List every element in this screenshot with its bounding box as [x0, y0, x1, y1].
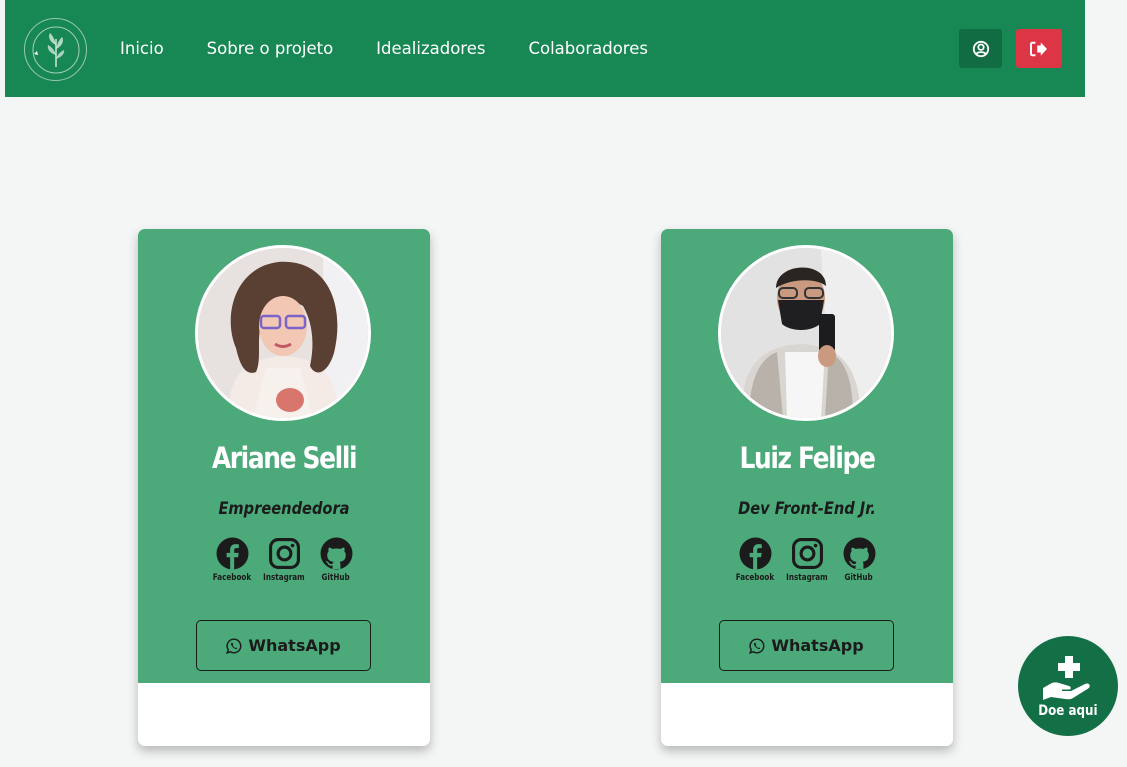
instagram-link[interactable]: Instagram [262, 537, 306, 583]
instagram-label: Instagram [786, 573, 828, 583]
avatar [718, 245, 894, 421]
card-role: Empreendedora [218, 499, 350, 519]
card-header: Luiz Felipe Dev Front-End Jr. Facebook I… [661, 229, 953, 683]
whatsapp-label: WhatsApp [771, 636, 864, 655]
logo[interactable] [24, 18, 87, 81]
card-name: Ariane Selli [211, 441, 358, 475]
donate-label: Doe aqui [1038, 702, 1098, 719]
card-role: Dev Front-End Jr. [738, 499, 876, 519]
plant-logo-icon [32, 26, 79, 73]
nav-inicio[interactable]: Inicio [120, 39, 164, 58]
facebook-icon [216, 537, 248, 570]
navbar: Inicio Sobre o projeto Idealizadores Col… [5, 0, 1085, 97]
avatar-photo-icon [198, 248, 368, 418]
github-label: GitHub [321, 573, 351, 583]
avatar [195, 245, 371, 421]
facebook-icon [739, 537, 771, 570]
facebook-link[interactable]: Facebook [733, 537, 777, 583]
whatsapp-icon [749, 637, 765, 654]
instagram-icon [268, 538, 300, 569]
avatar-photo-icon [721, 248, 891, 418]
profile-card: Luiz Felipe Dev Front-End Jr. Facebook I… [661, 229, 953, 746]
github-link[interactable]: GitHub [314, 537, 358, 583]
github-icon [843, 537, 875, 570]
instagram-icon [791, 538, 823, 569]
social-links: Facebook Instagram GitHub [661, 537, 953, 583]
whatsapp-label: WhatsApp [248, 636, 341, 655]
whatsapp-button[interactable]: WhatsApp [719, 620, 894, 671]
facebook-link[interactable]: Facebook [210, 537, 254, 583]
user-button[interactable] [959, 29, 1002, 68]
whatsapp-button[interactable]: WhatsApp [196, 620, 371, 671]
facebook-label: Facebook [735, 573, 775, 583]
nav-sobre-o-projeto[interactable]: Sobre o projeto [207, 39, 334, 58]
hand-holding-medical-icon [1043, 655, 1090, 700]
instagram-link[interactable]: Instagram [785, 537, 829, 583]
nav-colaboradores[interactable]: Colaboradores [528, 39, 648, 58]
facebook-label: Facebook [212, 573, 252, 583]
logout-button[interactable] [1016, 29, 1062, 68]
donate-button[interactable]: Doe aqui [1018, 636, 1118, 736]
github-label: GitHub [844, 573, 874, 583]
card-name: Luiz Felipe [739, 441, 875, 475]
profile-card: Ariane Selli Empreendedora Facebook Inst… [138, 229, 430, 746]
github-link[interactable]: GitHub [837, 537, 881, 583]
instagram-label: Instagram [263, 573, 305, 583]
main-nav: Inicio Sobre o projeto Idealizadores Col… [120, 0, 691, 97]
card-header: Ariane Selli Empreendedora Facebook Inst… [138, 229, 430, 683]
sign-out-icon [1030, 41, 1047, 56]
social-links: Facebook Instagram GitHub [138, 537, 430, 583]
user-circle-icon [972, 40, 989, 57]
whatsapp-icon [226, 637, 242, 654]
nav-idealizadores[interactable]: Idealizadores [376, 39, 485, 58]
github-icon [320, 537, 352, 570]
